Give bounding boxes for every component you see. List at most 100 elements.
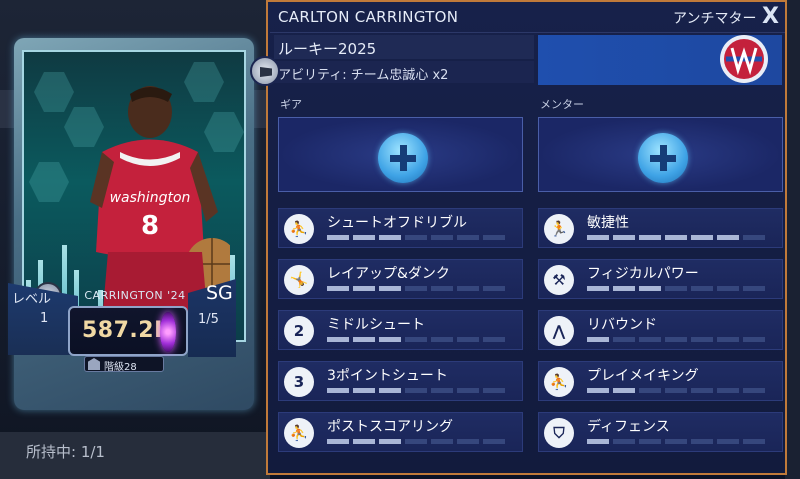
skill-pip (691, 286, 713, 291)
agility-icon: 🏃 (544, 214, 574, 244)
skill-pip (613, 439, 635, 444)
position: SG (206, 282, 233, 304)
skill-pip (457, 337, 479, 342)
ability-label: アビリティ: チーム忠誠心 x2 (278, 68, 449, 83)
three-point-icon: 3 (284, 367, 314, 397)
skill-row[interactable]: ⛹ シュートオフドリブル (278, 208, 523, 248)
skill-pip (743, 439, 765, 444)
skill-pip (431, 286, 453, 291)
skill-pip (691, 439, 713, 444)
skill-pip (353, 439, 375, 444)
skill-pip (743, 286, 765, 291)
skill-pip (405, 235, 427, 240)
skill-label: ポストスコアリング (327, 419, 453, 435)
skill-pip (691, 235, 713, 240)
skill-glyph: 🏃 (549, 220, 569, 238)
skill-meter (587, 439, 777, 445)
skill-pip (327, 235, 349, 240)
skill-pip (431, 337, 453, 342)
svg-text:washington: washington (110, 190, 191, 206)
skill-pip (353, 337, 375, 342)
skill-pip (379, 388, 401, 393)
skill-label: プレイメイキング (587, 368, 699, 384)
post-icon: ⛹ (284, 418, 314, 448)
skill-row[interactable]: ⛹ ポストスコアリング (278, 412, 523, 452)
skill-pip (431, 439, 453, 444)
skill-pip (717, 235, 739, 240)
playmaking-icon: ⛹ (544, 367, 574, 397)
skill-pip (665, 286, 687, 291)
skill-pip (457, 286, 479, 291)
skill-row[interactable]: ⋀ リバウンド (538, 310, 783, 350)
gear-label: ギア (280, 98, 302, 111)
card-player-name: CARRINGTON '24 (84, 289, 186, 302)
skill-meter (587, 286, 777, 292)
skill-pip (587, 337, 609, 342)
background-right (785, 0, 800, 479)
skill-glyph: ⛉ (553, 424, 565, 442)
skill-pip (327, 286, 349, 291)
skill-pip (327, 388, 349, 393)
shield-icon: ⛉ (544, 418, 574, 448)
skill-glyph: 3 (293, 373, 305, 391)
card-tier: アンチマター (673, 11, 757, 27)
skill-label: 敏捷性 (587, 215, 629, 231)
skill-glyph: ⋀ (552, 322, 566, 340)
rebound-icon: ⋀ (544, 316, 574, 346)
skill-pip (665, 439, 687, 444)
skill-pip (483, 439, 505, 444)
skill-row[interactable]: 🤸 レイアップ&ダンク (278, 259, 523, 299)
skill-glyph: ⚒ (552, 271, 566, 289)
skill-label: フィジカルパワー (587, 266, 699, 282)
skill-meter (327, 235, 517, 241)
skill-pip (743, 337, 765, 342)
skill-pip (639, 235, 661, 240)
skill-pip (431, 235, 453, 240)
close-button[interactable]: X (762, 4, 779, 29)
skill-row[interactable]: 🏃 敏捷性 (538, 208, 783, 248)
skill-label: リバウンド (587, 317, 657, 333)
wizards-logo-icon (720, 35, 768, 83)
skill-pip (613, 388, 635, 393)
skill-pip (587, 235, 609, 240)
skill-label: シュートオフドリブル (327, 215, 467, 231)
skill-meter (327, 337, 517, 343)
skill-pip (457, 388, 479, 393)
two-point-icon: 2 (284, 316, 314, 346)
skill-row[interactable]: ⛉ ディフェンス (538, 412, 783, 452)
skill-row[interactable]: ⛹ プレイメイキング (538, 361, 783, 401)
skill-glyph: ⛹ (289, 220, 309, 238)
skill-pip (613, 337, 635, 342)
skill-row[interactable]: 2 ミドルシュート (278, 310, 523, 350)
skill-meter (327, 439, 517, 445)
skill-pip (457, 439, 479, 444)
add-gear-button[interactable] (378, 133, 428, 183)
svg-text:8: 8 (141, 211, 159, 241)
owned-count: 所持中: 1/1 (26, 443, 105, 461)
skill-pip (353, 235, 375, 240)
add-mentor-button[interactable] (638, 133, 688, 183)
skill-pip (457, 235, 479, 240)
skill-pip (613, 286, 635, 291)
skill-pip (587, 388, 609, 393)
skill-pip (379, 235, 401, 240)
skill-pip (665, 337, 687, 342)
skill-meter (327, 286, 517, 292)
skill-pip (639, 439, 661, 444)
skill-meter (327, 388, 517, 394)
skill-pip (639, 388, 661, 393)
skill-pip (405, 337, 427, 342)
dumbbell-icon: ⚒ (544, 265, 574, 295)
skill-pip (639, 337, 661, 342)
skill-pip (665, 235, 687, 240)
skill-label: ディフェンス (587, 419, 670, 435)
level-label: レベル (12, 292, 52, 307)
skill-row[interactable]: ⚒ フィジカルパワー (538, 259, 783, 299)
skill-pip (587, 286, 609, 291)
gem-icon (160, 312, 176, 352)
rank-label: 階級28 (104, 362, 137, 373)
skill-row[interactable]: 3 3ポイントシュート (278, 361, 523, 401)
skill-pip (717, 337, 739, 342)
skill-pip (405, 439, 427, 444)
rookie-label: ルーキー2025 (278, 40, 377, 58)
